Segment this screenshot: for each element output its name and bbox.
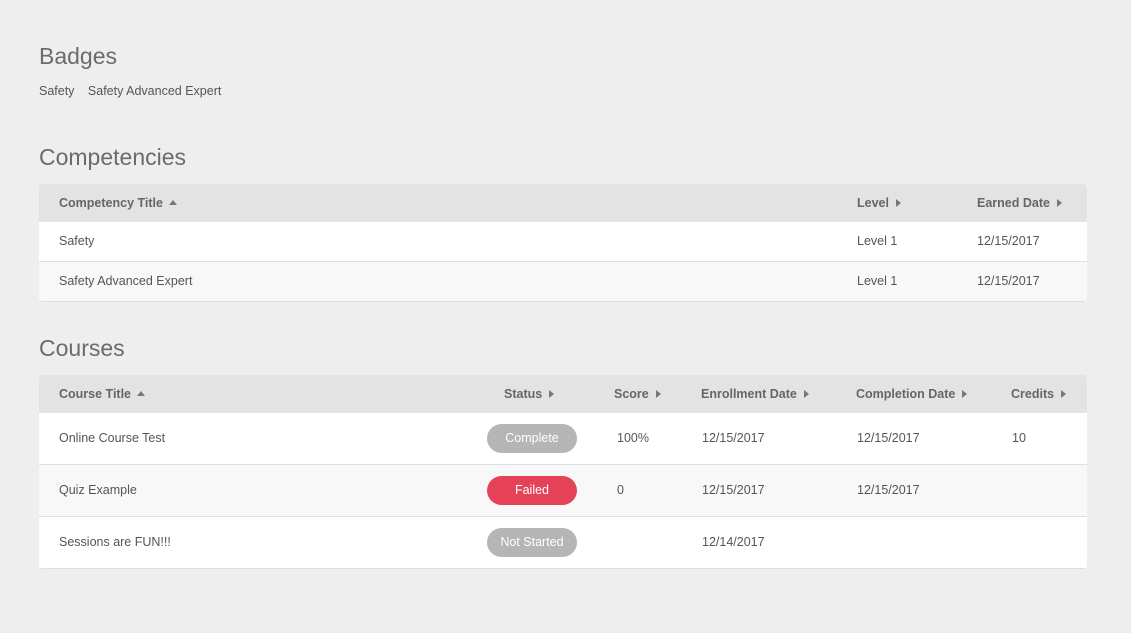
table-row: Sessions are FUN!!! Not Started 12/14/20…	[39, 517, 1087, 569]
course-enrollment-date: 12/15/2017	[702, 483, 765, 497]
column-header-competency-title[interactable]: Competency Title	[59, 184, 177, 222]
competencies-table: Competency Title Level Earned Date Safet…	[39, 184, 1087, 302]
course-enrollment-date: 12/15/2017	[702, 431, 765, 445]
competencies-table-header: Competency Title Level Earned Date	[39, 184, 1087, 222]
sort-caret-icon	[655, 390, 661, 398]
courses-table-header: Course Title Status Score Enrollment Dat…	[39, 375, 1087, 413]
competency-level: Level 1	[857, 234, 898, 248]
course-enrollment-date: 12/14/2017	[702, 535, 765, 549]
courses-heading: Courses	[39, 335, 125, 361]
status-badge[interactable]: Failed	[487, 476, 577, 505]
column-header-completion-date[interactable]: Completion Date	[856, 375, 968, 413]
column-header-credits[interactable]: Credits	[1011, 375, 1067, 413]
column-header-course-title[interactable]: Course Title	[59, 375, 146, 413]
column-header-enrollment-date[interactable]: Enrollment Date	[701, 375, 809, 413]
competencies-heading: Competencies	[39, 144, 187, 170]
course-title[interactable]: Quiz Example	[59, 465, 137, 516]
course-completion-date: 12/15/2017	[857, 483, 920, 497]
sort-ascending-icon	[168, 200, 177, 205]
column-header-status[interactable]: Status	[504, 375, 555, 413]
sort-caret-icon	[1056, 199, 1062, 207]
table-row: Safety Advanced Expert Level 1 12/15/201…	[39, 262, 1087, 302]
table-row: Online Course Test Complete 100% 12/15/2…	[39, 413, 1087, 465]
course-credits: 10	[1012, 431, 1026, 445]
column-header-level[interactable]: Level	[857, 184, 901, 222]
table-row: Safety Level 1 12/15/2017	[39, 222, 1087, 262]
sort-caret-icon	[895, 199, 901, 207]
competency-title: Safety Advanced Expert	[59, 274, 193, 288]
sort-caret-icon	[549, 390, 555, 398]
status-badge[interactable]: Complete	[487, 424, 577, 453]
competency-earned-date: 12/15/2017	[977, 234, 1040, 248]
course-title[interactable]: Online Course Test	[59, 413, 165, 464]
competency-earned-date: 12/15/2017	[977, 274, 1040, 288]
badges-heading: Badges	[39, 43, 118, 69]
competency-title: Safety	[59, 234, 95, 248]
course-score: 0	[617, 483, 624, 497]
badge-item[interactable]: Safety Advanced Expert	[88, 84, 221, 98]
badges-list: Safety Safety Advanced Expert	[39, 84, 231, 98]
courses-table: Course Title Status Score Enrollment Dat…	[39, 375, 1087, 569]
sort-ascending-icon	[137, 391, 146, 396]
table-row: Quiz Example Failed 0 12/15/2017 12/15/2…	[39, 465, 1087, 517]
sort-caret-icon	[962, 390, 968, 398]
sort-caret-icon	[803, 390, 809, 398]
badge-item[interactable]: Safety	[39, 84, 74, 98]
sort-caret-icon	[1061, 390, 1067, 398]
course-title[interactable]: Sessions are FUN!!!	[59, 517, 171, 568]
course-score: 100%	[617, 431, 649, 445]
competency-level: Level 1	[857, 274, 898, 288]
status-badge[interactable]: Not Started	[487, 528, 577, 557]
column-header-score[interactable]: Score	[614, 375, 661, 413]
course-completion-date: 12/15/2017	[857, 431, 920, 445]
column-header-earned-date[interactable]: Earned Date	[977, 184, 1062, 222]
